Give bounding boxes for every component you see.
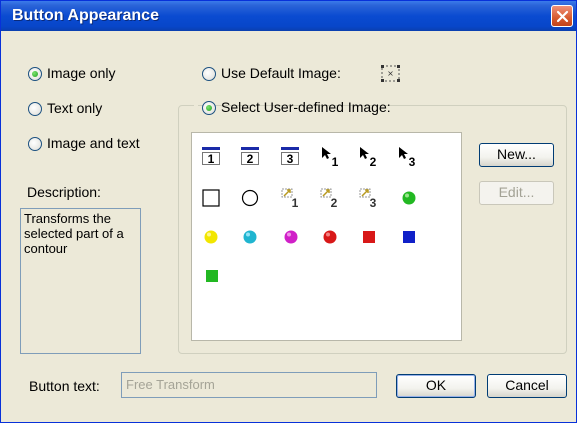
button-appearance-dialog: Button Appearance Image only Text only I… bbox=[0, 0, 577, 423]
edit-button[interactable]: Edit... bbox=[479, 181, 554, 205]
svg-text:2: 2 bbox=[247, 152, 254, 165]
svg-text:×: × bbox=[387, 69, 394, 78]
red-square-icon[interactable] bbox=[362, 230, 376, 244]
transform-2-icon[interactable]: 2 bbox=[319, 187, 341, 209]
radio-text-only[interactable] bbox=[28, 102, 42, 116]
title-bar[interactable]: Button Appearance bbox=[1, 1, 576, 31]
svg-text:2: 2 bbox=[331, 196, 338, 209]
radio-image-and-text[interactable] bbox=[28, 137, 42, 151]
svg-text:3: 3 bbox=[287, 152, 294, 165]
close-icon bbox=[556, 10, 569, 23]
numbered-3-icon[interactable]: 3 bbox=[281, 147, 299, 165]
arrow-2-icon[interactable]: 2 bbox=[358, 146, 380, 168]
close-button[interactable] bbox=[551, 5, 573, 27]
radio-image-only-label[interactable]: Image only bbox=[47, 65, 115, 81]
circle-outline-icon[interactable] bbox=[241, 189, 259, 207]
image-list[interactable]: 1 2 3 1 2 3 1 2 3 bbox=[191, 132, 462, 341]
transform-1-icon[interactable]: 1 bbox=[280, 187, 302, 209]
green-square-icon[interactable] bbox=[205, 269, 219, 283]
arrow-1-icon[interactable]: 1 bbox=[320, 146, 342, 168]
radio-select-user-image-label[interactable]: Select User-defined Image: bbox=[221, 99, 391, 115]
numbered-2-icon[interactable]: 2 bbox=[241, 147, 259, 165]
magenta-circle-icon[interactable] bbox=[283, 229, 299, 245]
radio-select-user-image[interactable] bbox=[202, 101, 216, 115]
radio-image-and-text-label[interactable]: Image and text bbox=[47, 135, 140, 151]
red-circle-icon[interactable] bbox=[322, 229, 338, 245]
description-label: Description: bbox=[27, 184, 101, 200]
arrow-3-icon[interactable]: 3 bbox=[397, 146, 419, 168]
window-title: Button Appearance bbox=[12, 7, 159, 24]
svg-text:3: 3 bbox=[409, 155, 416, 168]
user-image-legend: Select User-defined Image: bbox=[194, 94, 391, 118]
new-button[interactable]: New... bbox=[479, 143, 554, 167]
square-outline-icon[interactable] bbox=[202, 189, 220, 207]
radio-text-only-label[interactable]: Text only bbox=[47, 100, 102, 116]
ok-button[interactable]: OK bbox=[396, 374, 476, 398]
yellow-circle-icon[interactable] bbox=[203, 229, 219, 245]
blue-square-icon[interactable] bbox=[402, 230, 416, 244]
default-image-icon: × bbox=[381, 65, 400, 82]
description-box: Transforms the selected part of a contou… bbox=[20, 208, 141, 354]
button-text-label: Button text: bbox=[29, 378, 100, 394]
cyan-circle-icon[interactable] bbox=[242, 229, 258, 245]
radio-use-default-image[interactable] bbox=[202, 67, 216, 81]
numbered-1-icon[interactable]: 1 bbox=[202, 147, 220, 165]
svg-text:1: 1 bbox=[332, 155, 339, 168]
svg-text:2: 2 bbox=[370, 155, 377, 168]
svg-text:3: 3 bbox=[370, 196, 377, 209]
transform-3-icon[interactable]: 3 bbox=[358, 187, 380, 209]
radio-image-only[interactable] bbox=[28, 67, 42, 81]
svg-text:1: 1 bbox=[292, 196, 299, 209]
button-text-input[interactable]: Free Transform bbox=[121, 372, 377, 398]
radio-use-default-image-label[interactable]: Use Default Image: bbox=[221, 65, 341, 81]
green-circle-icon[interactable] bbox=[401, 190, 417, 206]
cancel-button[interactable]: Cancel bbox=[487, 374, 567, 398]
svg-text:1: 1 bbox=[208, 152, 215, 165]
